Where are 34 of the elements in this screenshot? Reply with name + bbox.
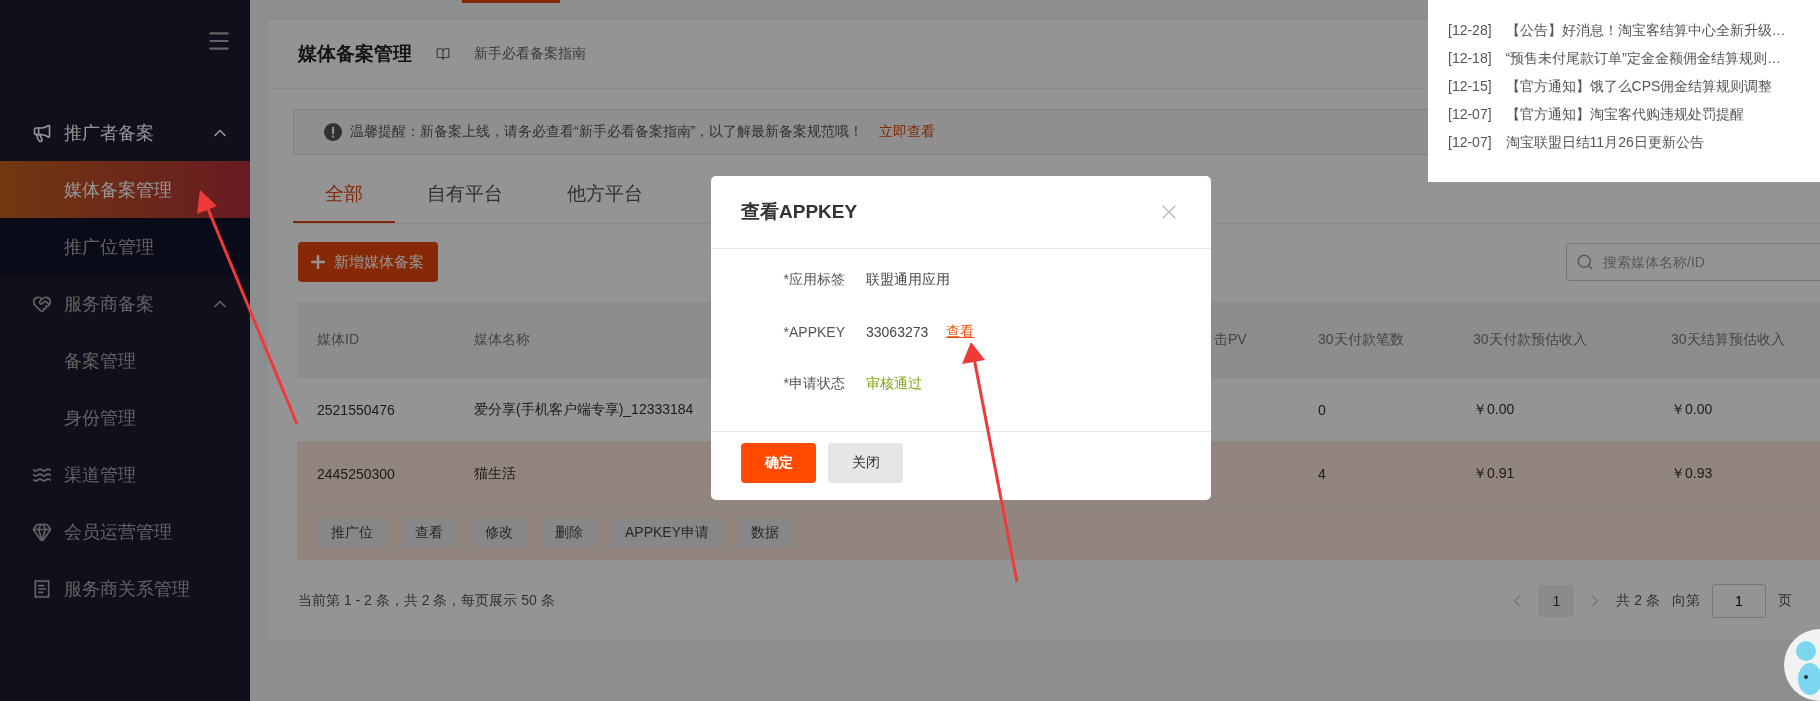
field-value: 33063273: [866, 324, 929, 340]
table-cell-text: 2521550476: [316, 401, 396, 418]
notice-date: [12-07]: [1448, 134, 1492, 152]
goto-label: 向第: [1672, 592, 1700, 610]
notice-date: [12-07]: [1448, 106, 1492, 124]
field-label: *应用标签: [782, 271, 845, 289]
status-text: 审核通过: [866, 375, 922, 393]
field-label: *APPKEY: [782, 324, 845, 340]
table-cell-text: ￥0.00: [1671, 400, 1714, 419]
column-header: 30天付款笔数: [1318, 330, 1405, 349]
table-cell-text: 4: [1318, 465, 1327, 482]
goto-unit: 页: [1778, 592, 1792, 610]
table-cell-text: ￥0.91: [1473, 464, 1516, 483]
notice-date: [12-15]: [1448, 78, 1492, 96]
column-header: 30天结算预估收入: [1671, 330, 1786, 349]
column-header: 媒体ID: [316, 330, 360, 349]
column-header: 媒体名称: [474, 330, 531, 349]
table-cell-text: 0: [1318, 401, 1327, 418]
pagination-summary: 当前第 1 - 2 条，共 2 条，每页展示 50 条: [298, 592, 555, 610]
page-title: 媒体备案管理: [298, 42, 412, 66]
column-header: 30天付款预估收入: [1473, 330, 1588, 349]
alert-text: 温馨提醒：新备案上线，请务必查看“新手必看备案指南”，以了解最新备案规范哦！: [350, 123, 864, 141]
table-cell-text: 猫生活: [474, 464, 517, 483]
table-cell-text: ￥0.93: [1671, 464, 1714, 483]
table-cell-text: ￥0.00: [1473, 400, 1516, 419]
notice-date: [12-28]: [1448, 22, 1492, 40]
field-value: 联盟通用应用: [866, 271, 950, 289]
field-label: *申请状态: [782, 375, 845, 393]
table-cell-text: 2445250300: [316, 465, 396, 482]
notice-date: [12-18]: [1448, 50, 1492, 68]
total-count: 共 2 条: [1616, 592, 1660, 610]
table-cell-text: 爱分享(手机客户端专享)_12333184: [474, 400, 695, 419]
dialog-title: 查看APPKEY: [741, 200, 858, 224]
column-header: 击PV: [1214, 330, 1248, 349]
